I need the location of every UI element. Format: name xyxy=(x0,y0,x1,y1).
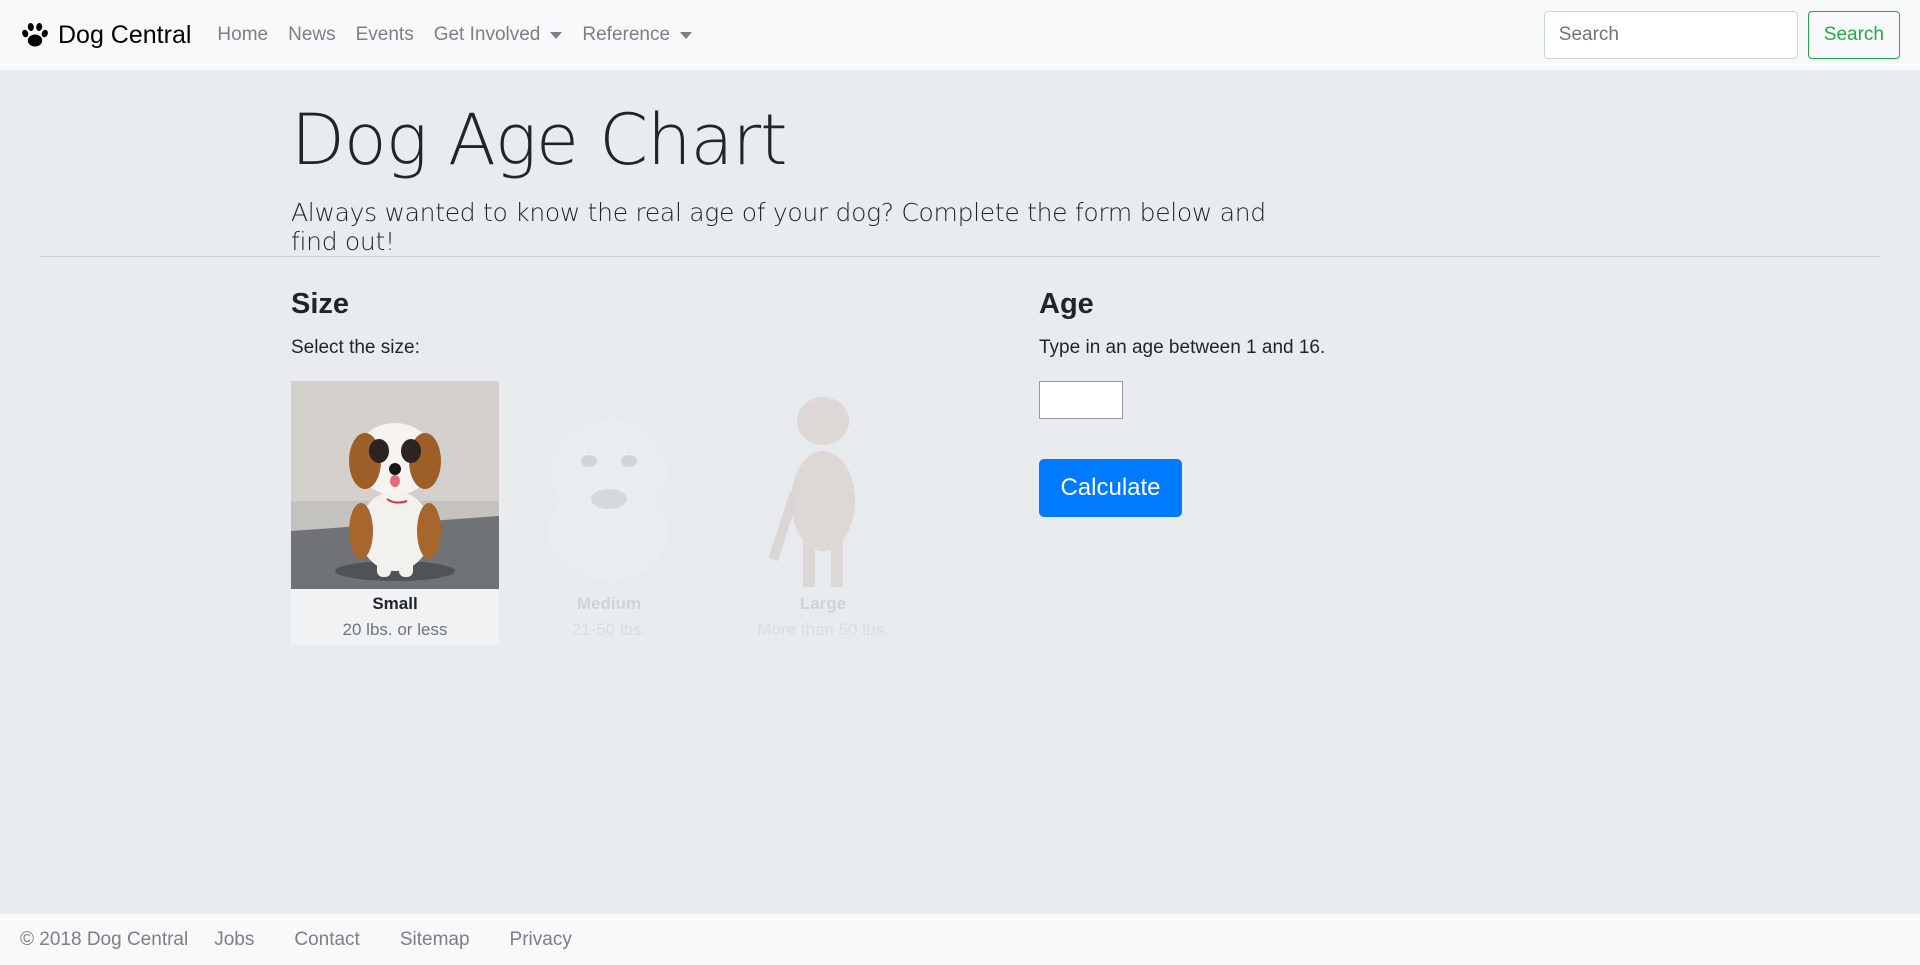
calculate-button[interactable]: Calculate xyxy=(1039,459,1182,517)
size-option-medium[interactable]: Medium 21-50 lbs. xyxy=(505,381,713,645)
footer-link-sitemap[interactable]: Sitemap xyxy=(400,929,470,951)
caret-down-icon xyxy=(550,31,563,39)
nav-events-label: Events xyxy=(355,24,414,45)
nav-reference-label: Reference xyxy=(582,24,671,45)
size-option-weight: 20 lbs. or less xyxy=(342,620,448,639)
size-option-name: Medium xyxy=(576,594,642,613)
nav-events[interactable]: Events xyxy=(346,24,424,46)
nav-news-label: News xyxy=(288,24,336,45)
paw-icon xyxy=(22,23,48,47)
search-input[interactable] xyxy=(1543,11,1798,59)
footer-copyright: © 2018 Dog Central xyxy=(20,928,189,950)
page-subtitle: Always wanted to know the real age of yo… xyxy=(291,198,1266,256)
size-option-small[interactable]: Small 20 lbs. or less xyxy=(291,381,499,645)
size-options: Small 20 lbs. or less Medium 21-50 lbs. xyxy=(291,381,931,645)
size-option-name: Large xyxy=(799,594,847,613)
nav-news[interactable]: News xyxy=(278,24,346,46)
brand-link[interactable]: Dog Central xyxy=(20,20,191,50)
large-dog-image xyxy=(719,381,927,589)
size-description: Select the size: xyxy=(291,337,420,358)
size-option-large[interactable]: Large More than 50 lbs. xyxy=(719,381,927,645)
age-input[interactable] xyxy=(1039,381,1123,419)
age-section: Age Type in an age between 1 and 16. Cal… xyxy=(1039,288,1539,517)
footer-link-privacy[interactable]: Privacy xyxy=(510,929,572,951)
nav-home-label: Home xyxy=(217,24,269,45)
size-heading: Size xyxy=(291,288,350,320)
caret-down-icon xyxy=(680,31,693,39)
size-option-weight: More than 50 lbs. xyxy=(757,620,889,639)
nav-get-involved-dropdown[interactable]: Get Involved xyxy=(424,24,573,46)
size-option-weight: 21-50 lbs. xyxy=(571,620,647,639)
footer: © 2018 Dog Central Jobs Contact Sitemap … xyxy=(0,914,1920,965)
search-button[interactable]: Search xyxy=(1807,11,1900,59)
page-title: Dog Age Chart xyxy=(291,99,788,181)
navbar: Dog Central Home News Events Get Involve… xyxy=(0,0,1920,70)
size-section: Size Select the size: Small 20 lbs. or l… xyxy=(291,288,931,645)
footer-link-jobs[interactable]: Jobs xyxy=(214,929,254,951)
small-dog-image xyxy=(291,381,499,589)
footer-link-contact[interactable]: Contact xyxy=(294,929,359,951)
divider xyxy=(40,256,1880,257)
age-heading: Age xyxy=(1039,288,1094,320)
nav-home[interactable]: Home xyxy=(207,24,278,46)
search-form: Search xyxy=(1543,11,1900,59)
medium-dog-image xyxy=(505,381,713,589)
size-option-name: Small xyxy=(372,594,418,613)
age-description: Type in an age between 1 and 16. xyxy=(1039,337,1326,358)
hero: Dog Age Chart Always wanted to know the … xyxy=(291,98,1291,256)
brand-name: Dog Central xyxy=(58,20,192,49)
nav-reference-dropdown[interactable]: Reference xyxy=(572,24,702,46)
nav-get-involved-label: Get Involved xyxy=(433,24,541,45)
